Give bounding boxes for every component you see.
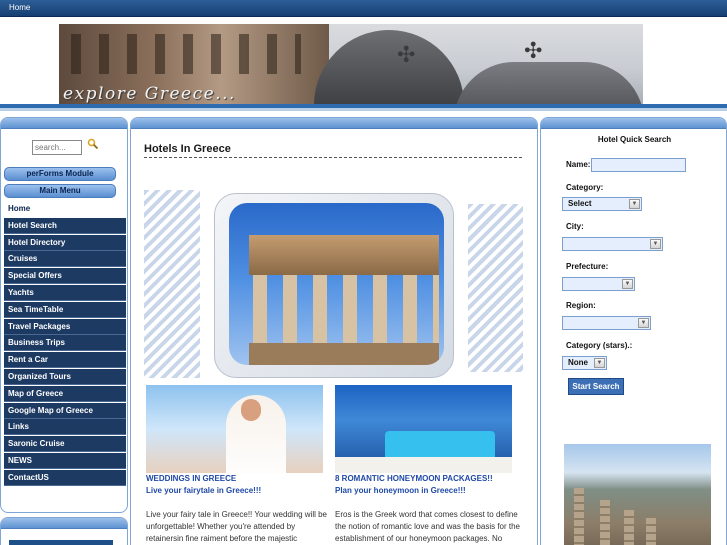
chevron-down-icon: ▼	[622, 279, 633, 289]
chevron-down-icon: ▼	[629, 199, 640, 209]
top-navigation-bar: Home	[0, 0, 727, 17]
prefecture-select[interactable]: ▼	[562, 277, 635, 291]
main-content: Hotels In Greece WEDDINGS IN GREECE Live…	[130, 117, 538, 545]
main-menu: Home Hotel Search Hotel Directory Cruise…	[4, 201, 126, 487]
chevron-down-icon: ▼	[650, 239, 661, 249]
temple-base	[249, 343, 439, 365]
column	[574, 488, 584, 545]
menu-item-special-offers[interactable]: Special Offers	[4, 268, 126, 285]
temple-columns	[253, 275, 439, 345]
sidebar-header	[1, 518, 127, 529]
wedding-photo[interactable]	[146, 385, 323, 473]
stars-label: Category (stars).:	[566, 341, 633, 350]
title-divider	[144, 157, 522, 158]
start-search-button[interactable]: Start Search	[568, 378, 624, 395]
menu-item-rent-a-car[interactable]: Rent a Car	[4, 352, 126, 369]
region-select[interactable]: ▼	[562, 316, 651, 330]
menu-item-contactus[interactable]: ContactUS	[4, 469, 126, 486]
prefecture-label: Prefecture:	[566, 262, 609, 271]
site-banner: ✣ ✣ explore Greece...	[59, 24, 643, 105]
stars-select-value: None	[568, 358, 588, 367]
header-divider	[0, 108, 727, 111]
honeymoon-subtitle[interactable]: Plan your honeymoon in Greece!!!	[335, 486, 466, 495]
main-menu-button[interactable]: Main Menu	[4, 184, 116, 198]
cross-icon: ✣	[524, 38, 543, 63]
category-select[interactable]: Select ▼	[562, 197, 642, 211]
menu-item-travel-packages[interactable]: Travel Packages	[4, 318, 126, 335]
page-title: Hotels In Greece	[144, 143, 231, 155]
hotel-quick-search-panel: Hotel Quick Search Name: Category: Selec…	[540, 117, 727, 545]
ruins-photo[interactable]	[564, 444, 711, 545]
hero-image-temple[interactable]	[229, 203, 444, 365]
banner-dome	[454, 62, 643, 105]
menu-item-news[interactable]: NEWS	[4, 452, 126, 469]
menu-item-organized-tours[interactable]: Organized Tours	[4, 368, 126, 385]
category-select-value: Select	[568, 199, 592, 208]
honeymoon-photo[interactable]	[335, 385, 512, 473]
banner-title: explore Greece...	[63, 84, 236, 104]
menu-item-home[interactable]: Home	[4, 201, 126, 217]
performs-module-button[interactable]: perForms Module	[4, 167, 116, 181]
search-icon[interactable]	[87, 138, 99, 150]
panel-title: Hotel Quick Search	[597, 135, 672, 144]
decorative-stripes	[144, 190, 200, 378]
city-select[interactable]: ▼	[562, 237, 663, 251]
decorative-stripes	[468, 204, 523, 372]
column	[646, 518, 656, 545]
weddings-text: Live your fairy tale in Greece!! Your we…	[146, 510, 327, 543]
menu-item-business-trips[interactable]: Business Trips	[4, 335, 126, 352]
left-sidebar: perForms Module Main Menu Home Hotel Sea…	[0, 117, 128, 513]
name-label: Name:	[566, 160, 591, 169]
menu-item-google-map[interactable]: Google Map of Greece	[4, 402, 126, 419]
column	[600, 500, 610, 545]
category-label: Category:	[566, 183, 604, 192]
chevron-down-icon: ▼	[594, 358, 605, 368]
honeymoon-text: Eros is the Greek word that comes closes…	[335, 510, 520, 543]
site-search	[32, 138, 99, 155]
honeymoon-link[interactable]: 8 ROMANTIC HONEYMOON PACKAGES!!	[335, 474, 493, 483]
name-field[interactable]	[591, 158, 686, 172]
left-sidebar-box	[0, 517, 128, 545]
menu-item-yachts[interactable]: Yachts	[4, 284, 126, 301]
cross-icon: ✣	[397, 42, 416, 67]
temple-roof	[249, 235, 439, 275]
menu-item-sea-timetable[interactable]: Sea TimeTable	[4, 301, 126, 318]
panel-header	[541, 118, 726, 129]
bride-face	[241, 399, 261, 421]
menu-item-saronic-cruise[interactable]: Saronic Cruise	[4, 436, 126, 453]
weddings-subtitle[interactable]: Live your fairytale in Greece!!!	[146, 486, 261, 495]
chevron-down-icon: ▼	[638, 318, 649, 328]
menu-item-links[interactable]: Links	[4, 419, 126, 436]
banner-dome	[314, 30, 464, 105]
terrace	[335, 457, 512, 473]
menu-item-hotel-directory[interactable]: Hotel Directory	[4, 234, 126, 251]
search-input[interactable]	[32, 140, 82, 155]
region-label: Region:	[566, 301, 596, 310]
city-label: City:	[566, 222, 584, 231]
menu-item-hotel-search[interactable]: Hotel Search	[4, 217, 126, 234]
weddings-link[interactable]: WEDDINGS IN GREECE	[146, 474, 236, 483]
menu-item-cruises[interactable]: Cruises	[4, 251, 126, 268]
content-header	[131, 118, 537, 129]
stars-select[interactable]: None ▼	[562, 356, 607, 370]
column	[624, 510, 634, 545]
menu-item-map-of-greece[interactable]: Map of Greece	[4, 385, 126, 402]
home-link[interactable]: Home	[9, 3, 30, 12]
sidebar-header	[1, 118, 127, 129]
sidebar-thumbnail[interactable]	[9, 540, 113, 545]
